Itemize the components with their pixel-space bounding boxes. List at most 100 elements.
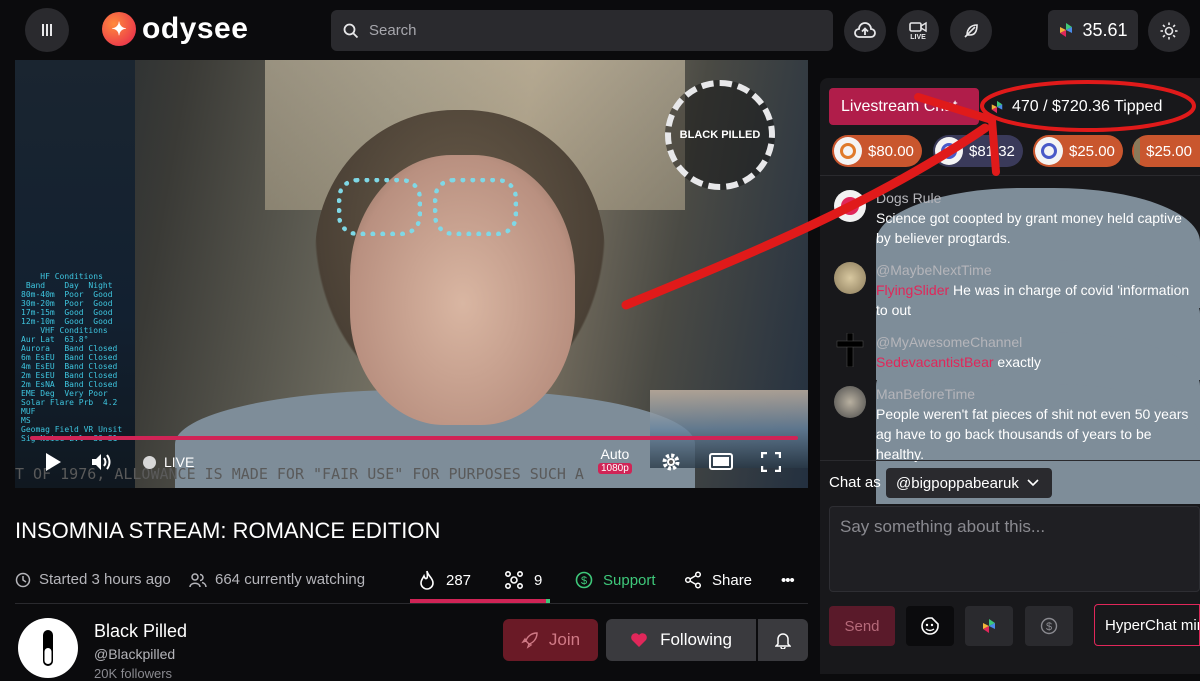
tip-pill[interactable]: $25.00 [1033,135,1123,167]
volume-icon [92,454,111,470]
notifications-button[interactable] [758,619,808,661]
play-button[interactable] [43,452,63,472]
propagation-conditions-text: HF Conditions Band Day Night 80m-40m Poo… [21,272,123,443]
quality-auto-label: Auto [600,446,630,462]
fullscreen-icon [761,452,781,472]
tipper-avatar [935,137,963,165]
go-live-label: LIVE [910,34,926,41]
live-indicator[interactable]: LIVE [143,454,194,470]
fiat-tip-button[interactable]: $ [1025,606,1073,646]
svg-text:$: $ [581,575,587,587]
quality-selector[interactable]: Auto 1080p [598,446,632,474]
slime-icon [504,570,524,590]
theater-mode-button[interactable] [709,452,733,472]
quality-resolution-badge: 1080p [598,463,632,474]
go-live-button[interactable]: LIVE [897,10,939,52]
send-button[interactable]: Send [829,606,895,646]
chat-mention[interactable]: SedevacantistBear [876,354,994,370]
upload-button[interactable] [844,10,886,52]
chat-input-separator [820,460,1200,461]
chat-username[interactable]: @MyAwesomeChannel [876,332,1200,352]
tip-amount: $25.00 [1069,142,1115,160]
gear-icon [662,453,680,471]
slime-reaction-button[interactable]: 9 [504,567,542,593]
tipped-total[interactable]: 470 / $720.36 Tipped [980,88,1200,125]
search-bar[interactable] [331,10,833,51]
credit-tip-button[interactable] [965,606,1013,646]
fire-reaction-button[interactable]: 287 [418,567,471,593]
tip-amount: $25.00 [1146,142,1192,160]
credits-icon [991,100,1003,113]
sticker-button[interactable] [906,606,954,646]
user-avatar [834,386,866,418]
join-button[interactable]: Join [503,619,598,661]
tipper-avatar [834,137,862,165]
channel-name[interactable]: Black Pilled [94,621,187,642]
bell-icon [775,633,791,649]
tipper-avatar [1035,137,1063,165]
chat-message-input[interactable] [829,506,1200,592]
tip-amount: $81.32 [969,142,1015,160]
chat-separator [820,175,1200,176]
fire-icon [420,570,434,590]
join-label: Join [548,630,581,649]
menu-icon [42,24,52,36]
live-progress-bar[interactable] [30,436,798,440]
user-avatar [834,190,866,222]
slime-count: 9 [534,571,543,589]
black-pilled-avatar-icon [43,630,53,666]
credits-icon [983,619,995,633]
following-label: Following [660,630,732,649]
play-icon [46,453,61,471]
chat-as-selector[interactable]: @bigpoppabearuk [886,468,1052,498]
fullscreen-button[interactable] [761,452,781,472]
wallet-balance[interactable]: 35.61 [1048,10,1138,50]
search-input[interactable] [369,22,809,39]
hyperchat-button[interactable]: HyperChat mir [1094,604,1200,646]
support-button[interactable]: $ Support [575,567,656,593]
tipper-avatar [1134,137,1141,165]
theater-mode-icon [709,453,733,470]
tip-pill[interactable]: $80.00 [832,135,922,167]
share-icon [684,571,702,589]
chat-username[interactable]: @MaybeNextTime [876,260,1200,280]
tab-livestream-chat[interactable]: Livestream Chat [829,88,979,125]
channel-avatar[interactable] [18,618,78,678]
top-header: ✦ odysee LIVE 35.61 [0,0,1200,60]
following-button[interactable]: Following [606,619,756,661]
more-options-icon: ••• [781,571,795,589]
tip-pill[interactable]: $81.32 [933,135,1023,167]
share-button[interactable]: Share [684,567,752,593]
livestream-chat-panel: Livestream Chat 470 / $720.36 Tipped $80… [820,78,1200,674]
watermark-text: BLACK PILLED [679,129,761,141]
theme-toggle-button[interactable] [1148,10,1190,52]
fire-count: 287 [446,571,472,589]
sun-icon [1160,22,1178,40]
chat-mention[interactable]: FlyingSlider [876,282,949,298]
user-avatar [834,333,866,367]
odysee-logo[interactable]: ✦ odysee [102,12,248,46]
chat-username[interactable]: ManBeforeTime [876,384,1200,404]
user-avatar [834,262,866,294]
player-controls: LIVE Auto 1080p [15,446,808,480]
live-indicator-label: LIVE [164,454,195,470]
odysee-logo-icon: ✦ [102,12,136,46]
chat-text: People weren't fat pieces of shit not ev… [876,406,1189,462]
credits-icon [1060,23,1073,37]
channel-handle: @Blackpilled [94,646,176,662]
publish-post-button[interactable] [950,10,992,52]
chat-username[interactable]: Dogs Rule [876,188,1200,208]
tip-amount: $80.00 [868,142,914,160]
video-player[interactable]: HF Conditions Band Day Night 80m-40m Poo… [15,60,808,488]
more-options-button[interactable]: ••• [781,567,795,593]
chat-as-user: @bigpoppabearuk [896,474,1019,492]
glasses-left-lens [337,178,422,236]
support-label: Support [603,571,656,589]
svg-text:$: $ [1046,621,1052,633]
menu-button[interactable] [25,8,69,52]
tip-pill[interactable]: $25.00 [1132,135,1200,167]
volume-button[interactable] [90,452,114,472]
cloud-upload-icon [854,22,876,38]
black-pilled-logo: BLACK PILLED [665,80,775,190]
settings-button[interactable] [661,452,681,472]
